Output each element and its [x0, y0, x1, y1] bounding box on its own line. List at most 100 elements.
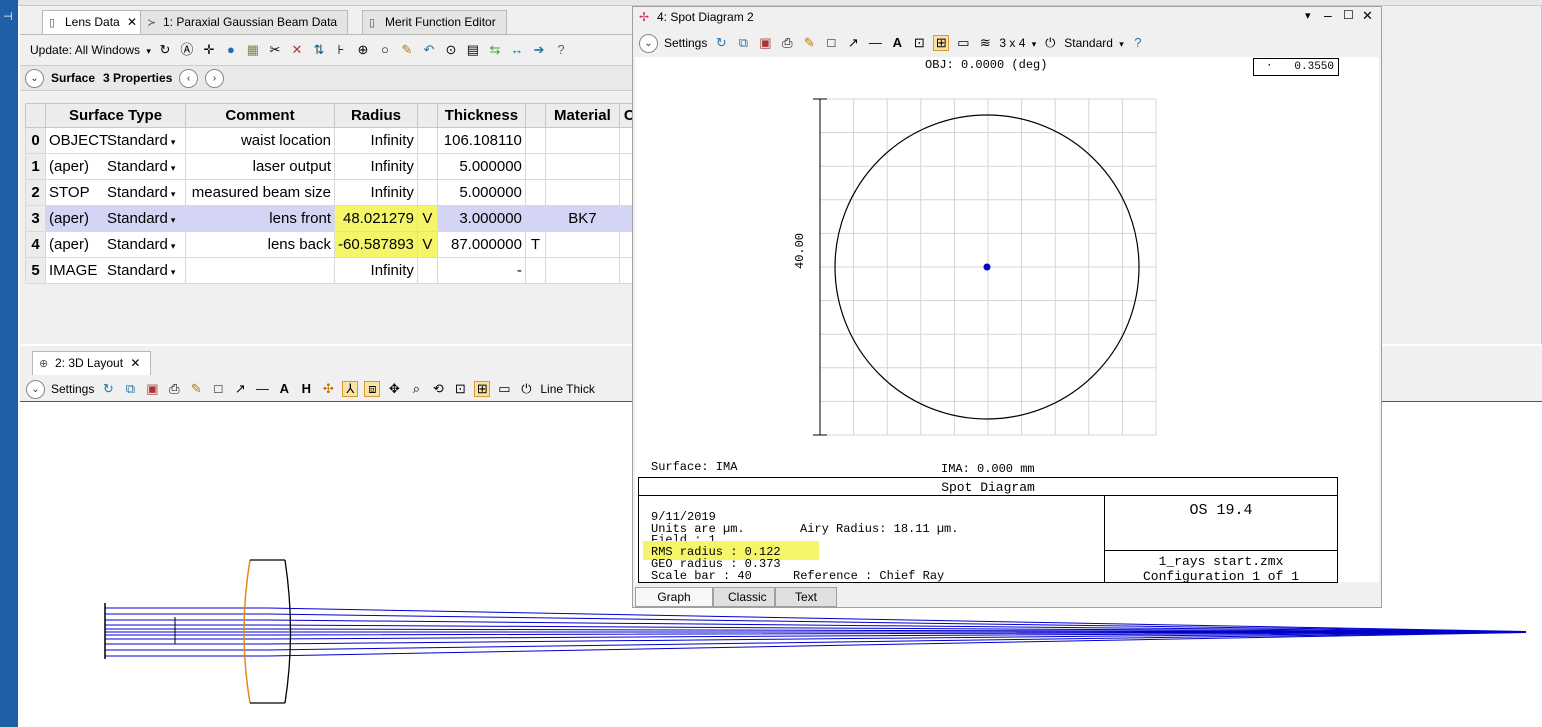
material-cell[interactable]: BK7	[544, 205, 620, 232]
thickness-cell[interactable]: 5.000000	[436, 153, 526, 180]
chevron-down-icon[interactable]: ▾	[171, 189, 176, 199]
comment-cell[interactable]: laser output	[185, 153, 335, 180]
surface-type-cell[interactable]: OBJECTStandard ▾	[45, 127, 186, 154]
surface-type-cell[interactable]: (aper) Standard ▾	[45, 231, 186, 258]
beam-split-icon[interactable]: ⊦	[333, 42, 349, 58]
close-icon[interactable]: ✕	[130, 356, 140, 370]
column-header-material[interactable]: Material	[544, 103, 620, 128]
reset-view-icon[interactable]: ⟲	[430, 381, 446, 397]
tab-3d-layout[interactable]: ⊕ 2: 3D Layout ✕	[32, 351, 152, 375]
rectangle-icon[interactable]: □	[210, 381, 226, 397]
copy-icon[interactable]: ⧉	[122, 381, 138, 397]
print-icon[interactable]: ⎙	[779, 35, 795, 51]
thickness-cell[interactable]: -	[436, 257, 526, 284]
arrows-icon[interactable]: ↔	[509, 42, 525, 58]
window-icon[interactable]: ▭	[955, 35, 971, 51]
thickness-cell[interactable]: 87.000000	[436, 231, 526, 258]
row-index[interactable]: 3	[25, 205, 46, 232]
refresh-icon[interactable]: ↻	[157, 42, 173, 58]
axes-icon[interactable]: ⅄	[342, 381, 359, 397]
material-cell[interactable]	[544, 257, 620, 284]
help-icon[interactable]: ?	[1130, 35, 1146, 51]
thickness-solve-cell[interactable]: T	[524, 231, 546, 258]
row-index[interactable]: 0	[25, 127, 46, 154]
window-icon[interactable]: ▭	[496, 381, 512, 397]
column-header-comment[interactable]: Comment	[185, 103, 335, 128]
spot-title-bar[interactable]: ✢ 4: Spot Diagram 2 ▾ – ☐ ✕	[633, 7, 1381, 29]
table-row[interactable]: 2 STOP Standard ▾ measured beam size Infinity…	[25, 179, 640, 206]
tab-classic[interactable]: Classic	[713, 587, 775, 607]
thickness-solve-cell[interactable]	[524, 179, 546, 206]
pin-icon[interactable]: ⊣	[3, 10, 13, 23]
swap-icon[interactable]: ⇆	[487, 42, 503, 58]
table-row[interactable]: 3 (aper) Standard ▾ lens front 48.021279 V 3.00…	[25, 205, 640, 232]
crosshair-icon[interactable]: ✛	[201, 42, 217, 58]
window-menu-icon[interactable]: ▾	[1305, 9, 1311, 22]
view-icon[interactable]: ⧈	[364, 381, 381, 397]
tab-graph[interactable]: Graph	[635, 587, 713, 607]
table-row[interactable]: 0 OBJECTStandard ▾ waist location Infinity 10…	[25, 127, 640, 154]
update-dropdown[interactable]: Update: All Windows ▾	[30, 43, 151, 57]
table-row[interactable]: 5 IMAGE Standard ▾ Infinity -	[25, 257, 640, 284]
column-header-radius[interactable]: Radius	[334, 103, 418, 128]
chevron-down-icon[interactable]: ▾	[171, 241, 176, 251]
radius-solve-cell[interactable]: V	[416, 231, 438, 258]
row-index[interactable]: 1	[25, 153, 46, 180]
material-cell[interactable]	[544, 127, 620, 154]
toggle-icon[interactable]: ⊙	[443, 42, 459, 58]
radius-solve-cell[interactable]: V	[416, 205, 438, 232]
pencil-icon[interactable]: ✎	[188, 381, 204, 397]
minimize-icon[interactable]: –	[1324, 7, 1332, 23]
settings-button[interactable]: Settings	[51, 382, 94, 396]
system-icon[interactable]: Ⓐ	[179, 42, 195, 58]
surface-type-cell[interactable]: IMAGE Standard ▾	[45, 257, 186, 284]
help-icon[interactable]: ?	[553, 42, 569, 58]
rectangle-icon[interactable]: □	[823, 35, 839, 51]
target-icon[interactable]: ⊕	[355, 42, 371, 58]
radius-cell[interactable]: Infinity	[334, 153, 418, 180]
settings-button[interactable]: Settings	[664, 36, 707, 50]
radius-cell[interactable]: -60.587893	[334, 231, 418, 258]
layers-icon[interactable]: ≋	[977, 35, 993, 51]
print-icon[interactable]: ⎙	[166, 381, 182, 397]
lock-icon[interactable]: ⊡	[452, 381, 468, 397]
text-icon[interactable]: A	[276, 381, 292, 397]
row-index[interactable]: 4	[25, 231, 46, 258]
thickness-solve-cell[interactable]	[524, 153, 546, 180]
radius-solve-cell[interactable]	[416, 127, 438, 154]
table-row[interactable]: 1 (aper) Standard ▾ laser output Infinity 5.00…	[25, 153, 640, 180]
thickness-cell[interactable]: 5.000000	[436, 179, 526, 206]
maximize-icon[interactable]: ☐	[1343, 8, 1354, 22]
thickness-solve-cell[interactable]	[524, 205, 546, 232]
comment-cell[interactable]	[185, 257, 335, 284]
map-icon[interactable]: ▦	[245, 42, 261, 58]
refresh-icon[interactable]: ↻	[100, 381, 116, 397]
close-icon[interactable]: ✕	[1362, 8, 1373, 24]
slider-icon[interactable]: ⇅	[311, 42, 327, 58]
arrow-right-icon[interactable]: ➔	[531, 42, 547, 58]
fit-icon[interactable]: ⊞	[474, 381, 491, 397]
circle-icon[interactable]: ○	[377, 42, 393, 58]
line-icon[interactable]: —	[867, 35, 883, 51]
tab-lens-data[interactable]: ▯ Lens Data ✕	[42, 10, 149, 34]
thickness-solve-cell[interactable]	[524, 257, 546, 284]
surface-type-cell[interactable]: (aper) Standard ▾	[45, 153, 186, 180]
globe-icon[interactable]: ●	[223, 42, 239, 58]
properties-label[interactable]: 3 Properties	[103, 71, 172, 85]
page-icon[interactable]: ▤	[465, 42, 481, 58]
radius-solve-cell[interactable]	[416, 179, 438, 206]
chevron-right-icon[interactable]: ›	[205, 69, 224, 88]
comment-cell[interactable]: waist location	[185, 127, 335, 154]
chevron-down-icon[interactable]: ▾	[171, 163, 176, 173]
arrow-icon[interactable]: ↗	[845, 35, 861, 51]
tab-text[interactable]: Text	[775, 587, 837, 607]
grid-layout-dropdown[interactable]: 3 x 4 ▾	[999, 36, 1036, 50]
save-icon[interactable]: ▣	[144, 381, 160, 397]
pencil-icon[interactable]: ✎	[801, 35, 817, 51]
material-cell[interactable]	[544, 231, 620, 258]
comment-cell[interactable]: lens front	[185, 205, 335, 232]
chevron-down-icon[interactable]: ▾	[171, 215, 176, 225]
fit-icon[interactable]: ⊞	[933, 35, 950, 51]
lock-icon[interactable]: ⊡	[911, 35, 927, 51]
chevron-down-icon[interactable]: ▾	[171, 137, 176, 147]
